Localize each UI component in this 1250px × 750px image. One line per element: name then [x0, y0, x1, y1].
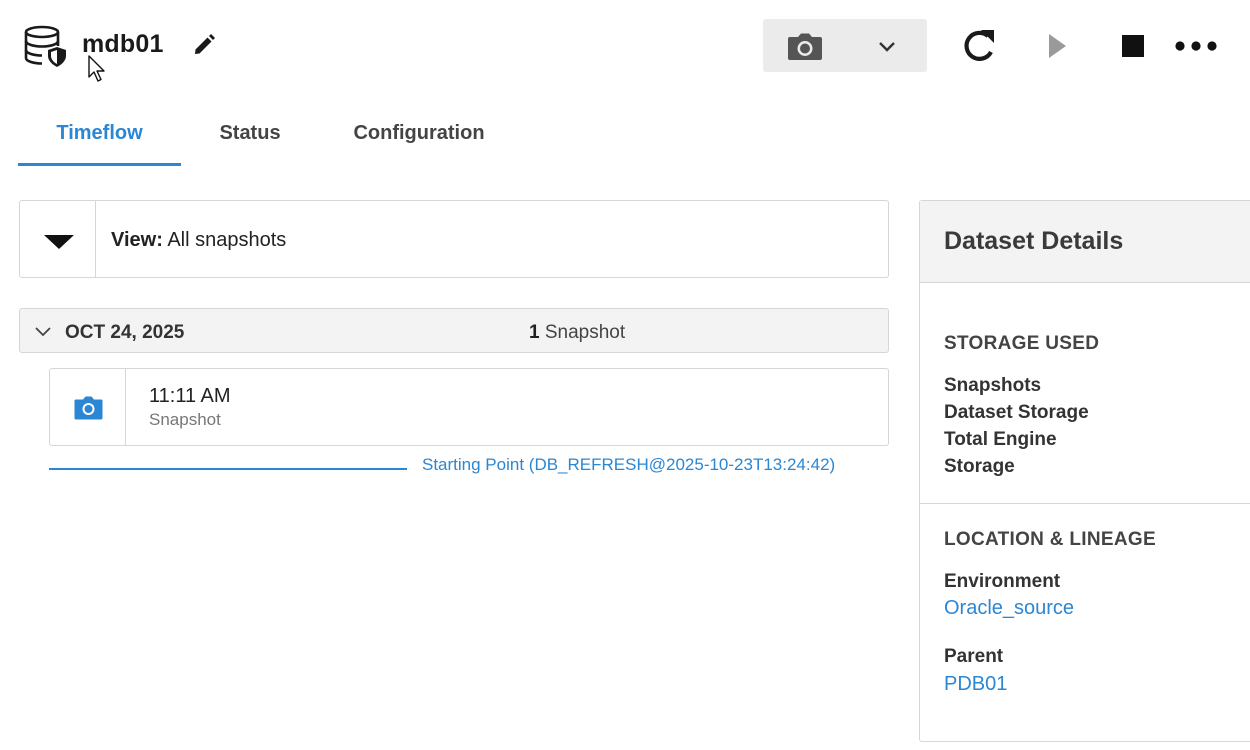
view-label-value: All snapshots: [167, 229, 287, 251]
camera-icon: [74, 396, 103, 420]
parent-label: Parent: [944, 646, 1004, 667]
environment-link[interactable]: Oracle_source: [944, 597, 1074, 620]
snapshot-time: 11:11 AM: [149, 385, 231, 407]
tab-timeflow[interactable]: Timeflow: [18, 108, 181, 166]
details-title: Dataset Details: [944, 227, 1124, 255]
view-filter: View: All snapshots: [19, 200, 889, 278]
starting-point-link[interactable]: Starting Point (DB_REFRESH@2025-10-23T13…: [422, 455, 835, 475]
storage-storage-label: Storage: [944, 456, 1015, 477]
timeline-day-group[interactable]: OCT 24, 2025 1 Snapshot: [19, 308, 889, 353]
camera-icon[interactable]: [787, 33, 823, 61]
stop-icon[interactable]: [1122, 35, 1144, 57]
parent-link[interactable]: PDB01: [944, 673, 1007, 696]
view-label: View: All snapshots: [111, 229, 286, 252]
snapshot-count-number: 1: [529, 322, 540, 343]
snapshot-count-label: Snapshot: [544, 322, 626, 343]
snapshot-card[interactable]: 11:11 AM Snapshot: [49, 368, 889, 446]
tab-configuration[interactable]: Configuration: [319, 108, 519, 166]
refresh-icon[interactable]: [961, 26, 999, 66]
storage-total-engine-label: Total Engine: [944, 429, 1057, 450]
pencil-icon[interactable]: [192, 33, 216, 57]
play-icon[interactable]: [1043, 32, 1069, 60]
snapshot-count: 1 Snapshot: [529, 322, 625, 344]
database-icon: [24, 25, 66, 67]
page-title: mdb01: [82, 30, 164, 58]
section-divider: [920, 503, 1250, 504]
chevron-down-icon[interactable]: [877, 39, 897, 55]
storage-used-heading: STORAGE USED: [944, 333, 1100, 354]
more-icon[interactable]: [1174, 38, 1218, 54]
location-lineage-heading: LOCATION & LINEAGE: [944, 529, 1156, 550]
day-date: OCT 24, 2025: [65, 322, 185, 343]
snapshot-type: Snapshot: [149, 410, 221, 429]
view-label-key: View:: [111, 229, 163, 251]
snapshot-split-button[interactable]: [763, 19, 927, 72]
caret-down-icon: [44, 235, 74, 249]
starting-point-line: [49, 468, 407, 470]
environment-label: Environment: [944, 571, 1061, 592]
storage-snapshots-label: Snapshots: [944, 375, 1042, 396]
chevron-down-icon[interactable]: [34, 326, 52, 338]
details-header: Dataset Details: [920, 201, 1250, 283]
view-dropdown-toggle[interactable]: [20, 201, 96, 277]
storage-dataset-label: Dataset Storage: [944, 402, 1089, 423]
snapshot-icon-cell: [50, 369, 126, 445]
dataset-details-panel: Dataset Details STORAGE USED Snapshots D…: [919, 200, 1250, 742]
tab-status[interactable]: Status: [181, 108, 319, 166]
page-header: mdb01: [0, 0, 1250, 95]
tab-bar: Timeflow Status Configuration: [18, 108, 519, 168]
